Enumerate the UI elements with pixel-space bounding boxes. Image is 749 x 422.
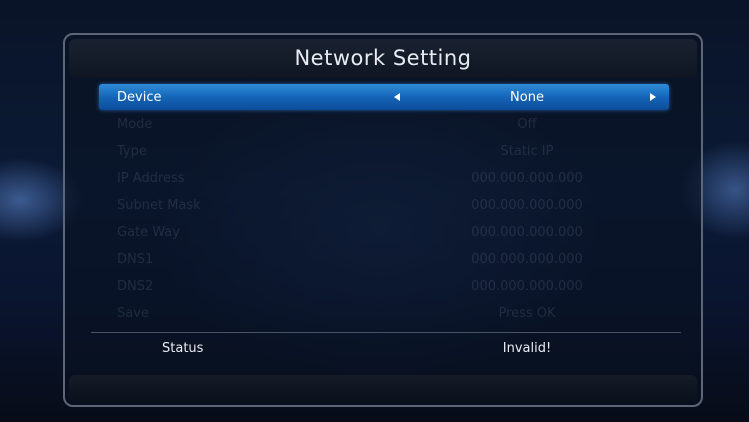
- status-value: Invalid!: [502, 341, 552, 356]
- title-bar: Network Setting: [69, 39, 697, 77]
- row-device[interactable]: Device None: [99, 84, 669, 110]
- row-mode[interactable]: Mode Off: [99, 111, 669, 137]
- row-label: Subnet Mask: [117, 197, 201, 213]
- row-label: Mode: [117, 116, 153, 132]
- status-row: Status Invalid!: [99, 341, 669, 365]
- row-save[interactable]: Save Press OK: [99, 300, 669, 326]
- row-value: None: [510, 89, 544, 105]
- status-label: Status: [162, 341, 204, 356]
- row-gate-way[interactable]: Gate Way 000.000.000.000: [99, 219, 669, 245]
- row-value: Press OK: [498, 305, 556, 321]
- footer-bar: [69, 375, 697, 401]
- row-type[interactable]: Type Static IP: [99, 138, 669, 164]
- row-label: DNS2: [117, 278, 154, 294]
- row-value: Off: [517, 116, 537, 132]
- arrow-left-icon[interactable]: [394, 93, 400, 101]
- page-title: Network Setting: [294, 46, 472, 70]
- row-value: 000.000.000.000: [471, 251, 583, 267]
- row-ip-address[interactable]: IP Address 000.000.000.000: [99, 165, 669, 191]
- divider: [91, 332, 681, 333]
- row-dns1[interactable]: DNS1 000.000.000.000: [99, 246, 669, 272]
- row-subnet-mask[interactable]: Subnet Mask 000.000.000.000: [99, 192, 669, 218]
- row-value: 000.000.000.000: [471, 224, 583, 240]
- row-label: DNS1: [117, 251, 154, 267]
- row-value: 000.000.000.000: [471, 170, 583, 186]
- row-label: Save: [117, 305, 149, 321]
- row-value: 000.000.000.000: [471, 197, 583, 213]
- row-dns2[interactable]: DNS2 000.000.000.000: [99, 273, 669, 299]
- arrow-right-icon[interactable]: [650, 93, 656, 101]
- row-label: Device: [117, 89, 162, 105]
- network-setting-panel: Network Setting Device None Mode Off Typ…: [63, 33, 703, 407]
- row-label: Gate Way: [117, 224, 180, 240]
- row-value: Static IP: [500, 143, 554, 159]
- row-label: Type: [117, 143, 147, 159]
- row-label: IP Address: [117, 170, 185, 186]
- row-value: 000.000.000.000: [471, 278, 583, 294]
